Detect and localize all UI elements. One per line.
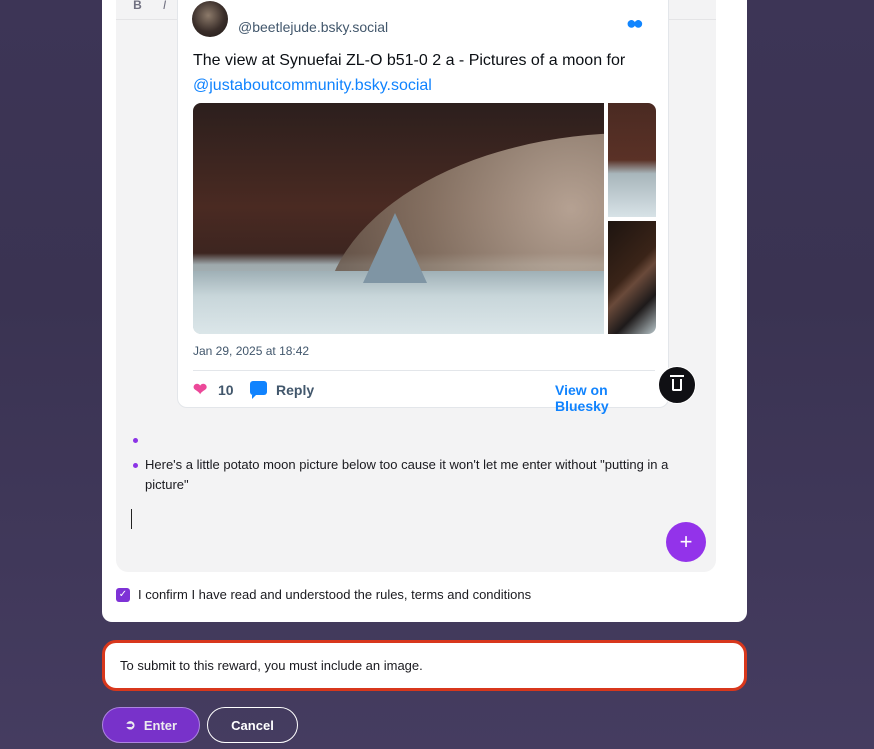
enter-button[interactable]: ➲ Enter xyxy=(102,707,200,743)
delete-embed-button[interactable] xyxy=(658,366,696,404)
submission-card: B I U S ✎ Normal text ⌄ ≡ ⋮ — ∞ ” </> @ … xyxy=(102,0,747,622)
reply-link[interactable]: Reply xyxy=(276,382,314,398)
confirm-checkbox[interactable]: ✓ xyxy=(116,587,130,602)
post-body: The view at Synuefai ZL-O b51-0 2 a - Pi… xyxy=(193,52,626,69)
ice-mountain-shape xyxy=(363,213,427,283)
heart-icon[interactable]: ❤ xyxy=(193,380,207,400)
editor-paragraph[interactable]: Here's a little potato moon picture belo… xyxy=(145,455,710,495)
reply-icon[interactable] xyxy=(250,381,267,399)
rich-text-editor[interactable]: B I U S ✎ Normal text ⌄ ≡ ⋮ — ∞ ” </> @ … xyxy=(116,0,716,572)
list-bullet xyxy=(133,463,138,468)
like-count: 10 xyxy=(218,382,234,398)
bold-icon[interactable]: B xyxy=(124,0,151,12)
cancel-button[interactable]: Cancel xyxy=(207,707,298,743)
avatar[interactable] xyxy=(192,1,228,37)
confirm-rules[interactable]: ✓ I confirm I have read and understood t… xyxy=(116,587,531,602)
list-bullet xyxy=(133,438,138,443)
view-on-bluesky-link[interactable]: View on Bluesky xyxy=(555,382,663,414)
author-handle[interactable]: @beetlejude.bsky.social xyxy=(238,19,388,35)
moon-image-3[interactable] xyxy=(608,221,656,334)
trash-icon xyxy=(670,375,684,391)
italic-icon[interactable]: I xyxy=(151,0,178,12)
text-caret xyxy=(131,509,132,529)
sign-in-icon: ➲ xyxy=(124,717,136,732)
embed-divider xyxy=(193,370,655,371)
enter-label: Enter xyxy=(143,717,178,733)
plus-icon: + xyxy=(679,529,693,554)
mention-link[interactable]: @justaboutcommunity.bsky.social xyxy=(193,77,432,94)
confirm-label: I confirm I have read and understood the… xyxy=(138,587,532,602)
moon-image-2[interactable] xyxy=(608,103,656,217)
moon-image-main[interactable] xyxy=(193,103,604,334)
add-content-button[interactable]: + xyxy=(666,522,706,562)
post-actions: ❤ 10 Reply View on Bluesky xyxy=(193,380,663,414)
bluesky-embed: @beetlejude.bsky.social ●● The view at S… xyxy=(177,0,669,414)
post-date: Jan 29, 2025 at 18:42 xyxy=(193,344,310,358)
post-text: The view at Synuefai ZL-O b51-0 2 a - Pi… xyxy=(193,48,653,98)
bluesky-logo-icon: ●● xyxy=(626,13,644,33)
error-message: To submit to this reward, you must inclu… xyxy=(102,640,747,691)
post-media xyxy=(193,103,656,334)
